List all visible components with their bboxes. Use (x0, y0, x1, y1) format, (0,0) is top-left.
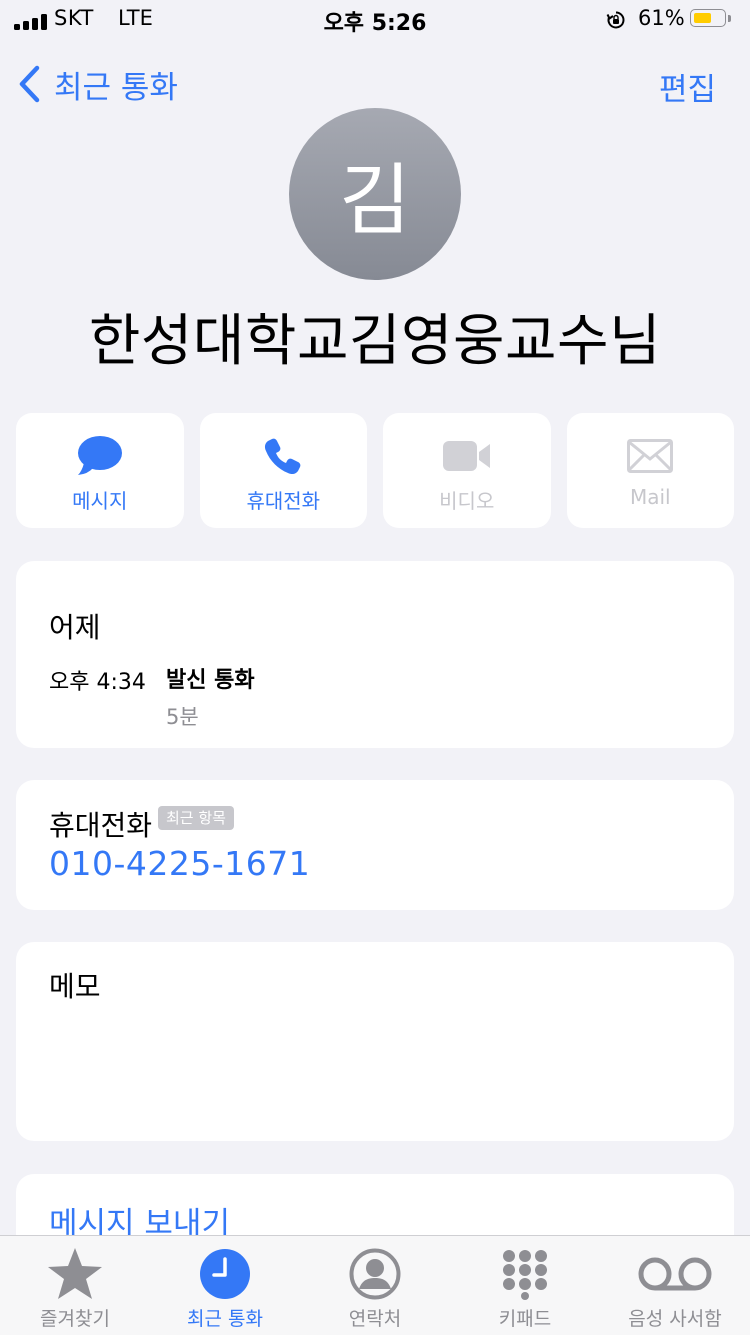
phone-label: 휴대전화 (49, 809, 153, 842)
status-bar: SKT LTE 오후 5:26 61% (0, 0, 750, 40)
back-button[interactable]: 최근 통화 (16, 62, 178, 106)
keypad-icon (503, 1250, 547, 1300)
voicemail-icon (638, 1257, 712, 1291)
call-history-type: 발신 통화 (166, 668, 255, 693)
message-action-button[interactable]: 메시지 (16, 413, 184, 528)
memo-label: 메모 (49, 970, 101, 1003)
message-action-label: 메시지 (72, 489, 128, 513)
action-buttons: 메시지 휴대전화 비디오 Mail (16, 413, 734, 528)
tab-favorites[interactable]: 즐겨찾기 (0, 1236, 150, 1335)
tab-voicemail[interactable]: 음성 사서함 (600, 1236, 750, 1335)
phone-number-card[interactable]: 휴대전화 최근 항목 010-4225-1671 (16, 780, 734, 910)
tab-voicemail-label: 음성 사서함 (628, 1308, 722, 1330)
tab-recents-label: 최근 통화 (187, 1308, 263, 1330)
tab-favorites-label: 즐겨찾기 (40, 1308, 110, 1330)
tab-keypad[interactable]: 키패드 (450, 1236, 600, 1335)
tab-keypad-label: 키패드 (498, 1308, 552, 1330)
call-history-time: 오후 4:34 (49, 670, 146, 695)
call-history-card: 어제 오후 4:34 발신 통화 5분 (16, 561, 734, 748)
tab-bar: 즐겨찾기 최근 통화 연락처 키패드 음성 사서함 (0, 1235, 750, 1335)
person-circle-icon (349, 1248, 401, 1300)
call-action-button[interactable]: 휴대전화 (199, 413, 367, 528)
back-button-label: 최근 통화 (54, 69, 178, 106)
call-history-date: 어제 (49, 611, 101, 644)
mail-envelope-icon (627, 439, 674, 473)
call-action-label: 휴대전화 (246, 489, 321, 513)
rotation-lock-icon (606, 11, 625, 29)
tab-contacts[interactable]: 연락처 (300, 1236, 450, 1335)
mail-action-button[interactable]: Mail (566, 413, 734, 528)
recent-badge: 최근 항목 (158, 806, 234, 830)
chevron-left-icon (19, 65, 40, 103)
avatar: 김 (289, 108, 461, 280)
mail-action-label: Mail (629, 485, 671, 509)
message-bubble-icon (77, 436, 122, 475)
video-action-label: 비디오 (439, 489, 495, 513)
contact-name: 한성대학교김영웅교수님 (88, 309, 662, 374)
memo-card[interactable]: 메모 (16, 942, 734, 1141)
edit-button[interactable]: 편집 (659, 64, 716, 109)
phone-icon (265, 438, 301, 475)
clock-icon (200, 1249, 250, 1299)
battery-percent: 61% (638, 6, 685, 30)
battery-icon (690, 9, 732, 29)
video-camera-icon (442, 441, 490, 471)
phone-number[interactable]: 010-4225-1671 (49, 844, 310, 883)
avatar-initial: 김 (339, 156, 411, 246)
tab-recents[interactable]: 최근 통화 (150, 1236, 300, 1335)
star-icon (48, 1248, 102, 1299)
tab-contacts-label: 연락처 (348, 1308, 402, 1330)
video-action-button[interactable]: 비디오 (383, 413, 551, 528)
call-history-duration: 5분 (166, 705, 199, 729)
